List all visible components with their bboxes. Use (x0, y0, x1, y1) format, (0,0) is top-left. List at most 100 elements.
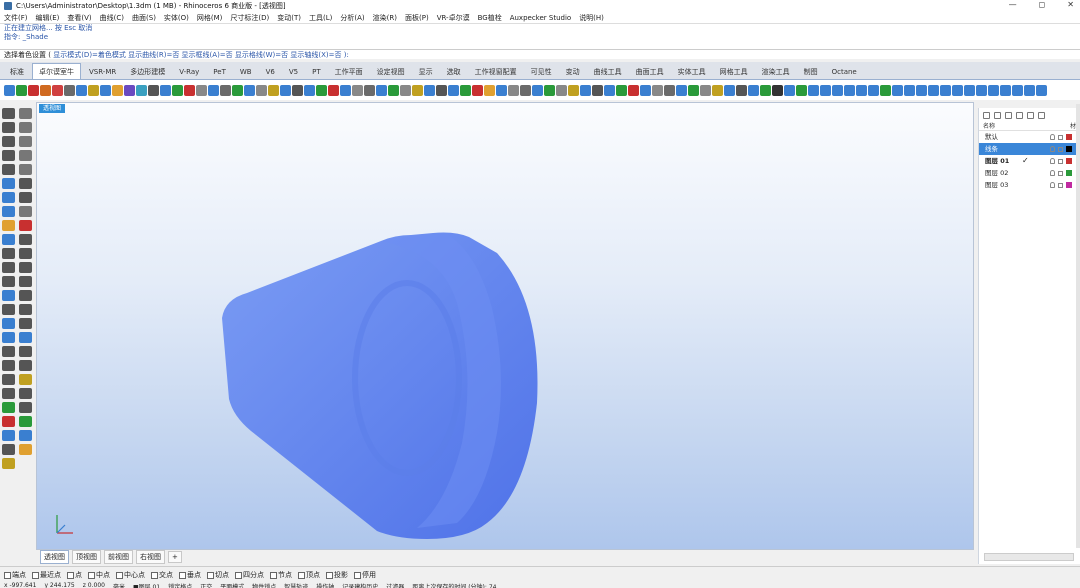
move-down-icon[interactable] (1027, 111, 1034, 119)
tool-button-icon[interactable] (2, 178, 15, 189)
tool-button-icon[interactable] (19, 178, 32, 189)
toolbar-button-icon[interactable] (328, 84, 339, 96)
status-field[interactable]: 过滤器 (386, 582, 404, 588)
tool-button-icon[interactable] (19, 402, 32, 413)
toolbar-button-icon[interactable] (508, 84, 519, 96)
menu-item[interactable]: 分析(A) (340, 13, 364, 23)
tool-button-icon[interactable] (19, 360, 32, 371)
toolbar-tab[interactable]: 曲面工具 (630, 65, 670, 79)
menu-item[interactable]: 尺寸标注(D) (230, 13, 269, 23)
toolbar-button-icon[interactable] (196, 84, 207, 96)
visibility-bulb-icon[interactable] (1050, 170, 1055, 176)
toolbar-button-icon[interactable] (424, 84, 435, 96)
toolbar-button-icon[interactable] (580, 84, 591, 96)
toolbar-button-icon[interactable] (772, 84, 783, 96)
toolbar-button-icon[interactable] (916, 84, 927, 96)
toolbar-button-icon[interactable] (268, 84, 279, 96)
toolbar-tab[interactable]: PeT (207, 65, 232, 79)
tool-button-icon[interactable] (2, 416, 15, 427)
tool-button-icon[interactable] (19, 108, 32, 119)
toolbar-tab[interactable]: 标准 (4, 65, 30, 79)
tool-button-icon[interactable] (2, 318, 15, 329)
menu-item[interactable]: Auxpecker Studio (510, 14, 571, 22)
toolbar-tab[interactable]: 网格工具 (714, 65, 754, 79)
toolbar-button-icon[interactable] (364, 84, 375, 96)
toolbar-tab[interactable]: WB (234, 65, 258, 79)
toolbar-button-icon[interactable] (124, 84, 135, 96)
checkbox[interactable] (4, 571, 11, 579)
menu-item[interactable]: BG植栓 (478, 13, 502, 23)
toolbar-button-icon[interactable] (712, 84, 723, 96)
tool-button-icon[interactable] (2, 458, 15, 469)
toolbar-button-icon[interactable] (532, 84, 543, 96)
osnap-option[interactable]: 垂点 (179, 570, 201, 580)
toolbar-button-icon[interactable] (544, 84, 555, 96)
tool-button-icon[interactable] (2, 290, 15, 301)
toolbar-button-icon[interactable] (52, 84, 63, 96)
checkbox[interactable] (32, 571, 39, 579)
status-field[interactable]: 毫米 (113, 582, 125, 588)
status-field[interactable]: 平面模式 (220, 582, 244, 588)
command-prompt-options[interactable]: 显示模式(D)=着色模式 显示曲线(R)=否 显示框线(A)=否 显示格线(W)… (53, 51, 349, 59)
lock-icon[interactable] (1058, 146, 1063, 152)
tool-button-icon[interactable] (19, 444, 32, 455)
osnap-option[interactable]: 最近点 (32, 570, 61, 580)
tool-button-icon[interactable] (2, 402, 15, 413)
toolbar-button-icon[interactable] (520, 84, 531, 96)
tool-button-icon[interactable] (19, 150, 32, 161)
tool-button-icon[interactable] (19, 290, 32, 301)
tool-button-icon[interactable] (2, 248, 15, 259)
tool-button-icon[interactable] (19, 304, 32, 315)
close-button[interactable]: ✕ (1067, 0, 1074, 9)
layer-row[interactable]: 图层 02 (979, 167, 1080, 179)
maximize-button[interactable]: ◻ (1039, 0, 1046, 9)
checkbox[interactable] (116, 571, 123, 579)
tool-button-icon[interactable] (19, 164, 32, 175)
tool-button-icon[interactable] (2, 262, 15, 273)
toolbar-button-icon[interactable] (856, 84, 867, 96)
visibility-bulb-icon[interactable] (1050, 134, 1055, 140)
toolbar-tab[interactable]: 卓尔谟室牛 (32, 63, 81, 79)
menu-item[interactable]: 曲线(C) (100, 13, 124, 23)
layer-row[interactable]: 图层 03 (979, 179, 1080, 191)
tool-button-icon[interactable] (19, 388, 32, 399)
perspective-viewport[interactable]: 透视图 (36, 102, 974, 550)
toolbar-tab[interactable]: 多边形建模 (124, 65, 171, 79)
layer-color-swatch[interactable] (1066, 170, 1072, 176)
toolbar-button-icon[interactable] (388, 84, 399, 96)
toolbar-button-icon[interactable] (868, 84, 879, 96)
tool-button-icon[interactable] (19, 262, 32, 273)
layer-color-swatch[interactable] (1066, 146, 1072, 152)
toolbar-button-icon[interactable] (220, 84, 231, 96)
tool-button-icon[interactable] (2, 304, 15, 315)
toolbar-tab[interactable]: Octane (826, 65, 863, 79)
status-field[interactable]: 锁定格点 (168, 582, 192, 588)
toolbar-button-icon[interactable] (688, 84, 699, 96)
toolbar-button-icon[interactable] (892, 84, 903, 96)
osnap-option[interactable]: 中心点 (116, 570, 145, 580)
menu-item[interactable]: 面板(P) (405, 13, 429, 23)
tool-button-icon[interactable] (2, 220, 15, 231)
menu-item[interactable]: 变动(T) (277, 13, 301, 23)
tool-button-icon[interactable] (19, 430, 32, 441)
toolbar-button-icon[interactable] (628, 84, 639, 96)
toolbar-button-icon[interactable] (184, 84, 195, 96)
minimize-button[interactable]: — (1009, 0, 1017, 9)
toolbar-button-icon[interactable] (568, 84, 579, 96)
tool-button-icon[interactable] (19, 346, 32, 357)
toolbar-button-icon[interactable] (1036, 84, 1047, 96)
toolbar-button-icon[interactable] (676, 84, 687, 96)
lock-icon[interactable] (1058, 170, 1063, 176)
toolbar-button-icon[interactable] (280, 84, 291, 96)
toolbar-button-icon[interactable] (16, 84, 27, 96)
visibility-bulb-icon[interactable] (1050, 146, 1055, 152)
toolbar-button-icon[interactable] (976, 84, 987, 96)
lock-icon[interactable] (1058, 182, 1063, 188)
toolbar-button-icon[interactable] (724, 84, 735, 96)
toolbar-tab[interactable]: 曲线工具 (588, 65, 628, 79)
checkbox[interactable] (298, 571, 305, 579)
checkbox[interactable] (326, 571, 333, 579)
toolbar-button-icon[interactable] (172, 84, 183, 96)
toolbar-button-icon[interactable] (100, 84, 111, 96)
toolbar-tab[interactable]: 可见性 (525, 65, 558, 79)
